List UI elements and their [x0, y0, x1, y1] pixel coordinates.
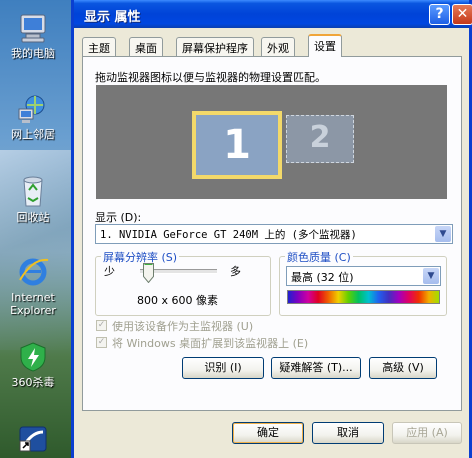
tab-settings[interactable]: 设置: [308, 34, 342, 57]
monitor-2-number: 2: [309, 120, 331, 155]
monitor-arrangement-area: 1 2: [96, 85, 447, 199]
desktop-icon-my-computer[interactable]: 我的电脑: [0, 12, 66, 60]
color-quality-value: 最高 (32 位): [291, 271, 354, 284]
chevron-down-icon[interactable]: ▼: [435, 226, 451, 242]
resolution-more-label: 多: [230, 265, 241, 278]
extend-desktop-label: 将 Windows 桌面扩展到该监视器上 (E): [112, 337, 309, 350]
desktop-icon-recycle-bin[interactable]: 回收站: [0, 174, 66, 224]
primary-monitor-checkbox[interactable]: ✓: [96, 320, 107, 331]
identify-button[interactable]: 识别 (I): [182, 357, 264, 379]
tab-label: 外观: [267, 42, 289, 55]
primary-monitor-label: 使用该设备作为主监视器 (U): [112, 320, 254, 333]
color-quality-group: [279, 256, 447, 316]
advanced-button[interactable]: 高级 (V): [369, 357, 437, 379]
internet-explorer-icon: [19, 258, 49, 286]
help-icon: ?: [435, 6, 444, 22]
close-icon: ✕: [456, 6, 469, 22]
display-label: 显示 (D):: [95, 211, 142, 224]
resolution-slider-thumb[interactable]: [143, 263, 155, 283]
apply-button[interactable]: 应用 (A): [392, 422, 462, 444]
troubleshoot-button[interactable]: 疑难解答 (T)...: [271, 357, 361, 379]
antivirus-shield-icon: [20, 342, 46, 372]
tab-label: 桌面: [135, 42, 157, 55]
tab-themes[interactable]: 主题: [82, 37, 116, 56]
desktop-icon-network-places[interactable]: 网上邻居: [0, 93, 66, 141]
app-shortcut-icon: [19, 426, 47, 452]
color-spectrum-bar: [287, 290, 440, 304]
tab-label: 主题: [88, 42, 110, 55]
desktop-icon-label: Internet Explorer: [10, 291, 56, 317]
desktop-icon-label: 我的电脑: [11, 47, 55, 60]
monitor-1-icon[interactable]: 1: [192, 111, 282, 179]
resolution-less-label: 少: [104, 265, 115, 278]
network-places-icon: [18, 95, 45, 123]
close-button[interactable]: ✕: [452, 4, 472, 25]
desktop-icon-label: 回收站: [16, 211, 50, 224]
recycle-bin-icon: [23, 176, 43, 207]
display-device-select[interactable]: 1. NVIDIA GeForce GT 240M 上的 (多个监视器) ▼: [95, 224, 453, 244]
resolution-value: 800 x 600 像素: [137, 294, 218, 307]
desktop-icon-360-antivirus[interactable]: 360杀毒: [0, 341, 66, 389]
monitor-1-number: 1: [196, 115, 278, 175]
extend-desktop-checkbox[interactable]: ✓: [96, 337, 107, 348]
monitor-2-icon[interactable]: 2: [286, 115, 354, 163]
cancel-button[interactable]: 取消: [312, 422, 384, 444]
color-quality-label: 颜色质量 (C): [285, 249, 353, 265]
desktop-icon-internet-explorer[interactable]: Internet Explorer: [0, 256, 66, 317]
window-title: 显示 属性: [84, 10, 141, 25]
ok-button[interactable]: 确定: [232, 422, 304, 444]
chevron-down-icon[interactable]: ▼: [423, 268, 439, 284]
tab-screen-saver[interactable]: 屏幕保护程序: [176, 37, 254, 56]
tab-desktop[interactable]: 桌面: [129, 37, 163, 56]
tab-label: 设置: [314, 40, 336, 53]
color-quality-select[interactable]: 最高 (32 位) ▼: [286, 266, 441, 286]
desktop-icon-label: 网上邻居: [11, 128, 55, 141]
my-computer-icon: [20, 14, 46, 43]
desktop-icon-shortcut[interactable]: [0, 422, 66, 457]
desktop-icon-label: 360杀毒: [11, 376, 55, 389]
tab-appearance[interactable]: 外观: [261, 37, 295, 56]
monitor-instruction-text: 拖动监视器图标以便与监视器的物理设置匹配。: [95, 71, 326, 84]
help-button[interactable]: ?: [429, 4, 450, 25]
display-device-value: 1. NVIDIA GeForce GT 240M 上的 (多个监视器): [100, 229, 357, 241]
tab-label: 屏幕保护程序: [182, 42, 248, 55]
title-bar[interactable]: 显示 属性 ? ✕: [74, 0, 472, 28]
